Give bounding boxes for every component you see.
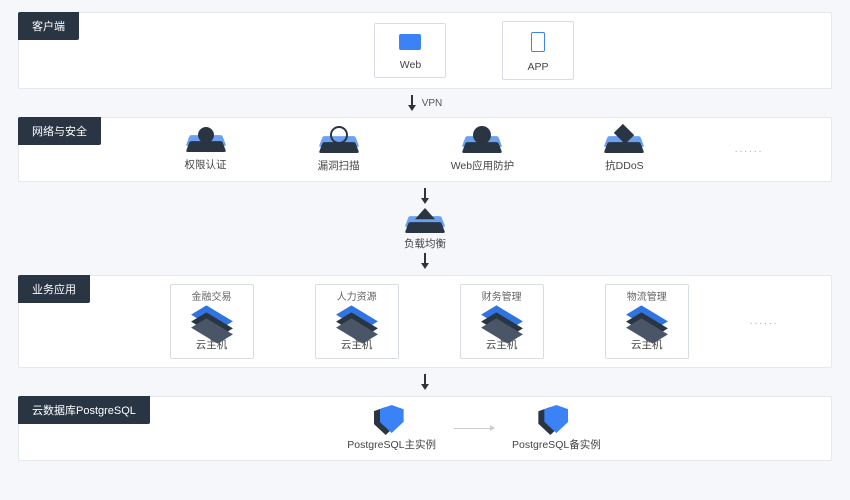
arrow-vpn: VPN (18, 95, 832, 111)
arrow-to-apps (18, 253, 832, 269)
key-icon (198, 127, 214, 143)
tier-label-security: 网络与安全 (18, 117, 101, 145)
client-web: Web (374, 23, 446, 78)
tier-label-client: 客户端 (18, 12, 79, 40)
client-app: APP (502, 21, 573, 80)
arrow-to-lb (18, 188, 832, 204)
app-fin-mgmt: 财务管理 云主机 (460, 284, 544, 359)
arrow-to-db (18, 374, 832, 390)
client-content: Web APP (19, 21, 819, 80)
target-icon (330, 126, 348, 144)
app-hr: 人力资源 云主机 (315, 284, 399, 359)
tier-apps: 业务应用 金融交易 云主机 人力资源 云主机 财务管理 (18, 275, 832, 368)
server-stack-icon (195, 303, 229, 331)
sec-waf: Web应用防护 (451, 126, 514, 173)
server-stack-icon (340, 303, 374, 331)
apps-more: ...... (750, 316, 779, 327)
tier-security: 网络与安全 权限认证 漏洞扫描 Web应用防护 (18, 117, 832, 182)
sec-scan: 漏洞扫描 (318, 126, 360, 173)
sec-auth: 权限认证 (185, 127, 227, 172)
tier-db: 云数据库PostgreSQL PostgreSQL主实例 PostgreSQL备… (18, 396, 832, 461)
tier-label-db: 云数据库PostgreSQL (18, 396, 150, 424)
app-logistics: 物流管理 云主机 (605, 284, 689, 359)
security-content: 权限认证 漏洞扫描 Web应用防护 抗DDoS ...... (19, 126, 819, 173)
phone-icon (531, 32, 545, 52)
server-stack-icon (630, 303, 664, 331)
apps-content: 金融交易 云主机 人力资源 云主机 财务管理 云主机 (19, 284, 819, 359)
sec-more: ...... (735, 144, 764, 155)
db-primary: PostgreSQL主实例 (347, 405, 436, 452)
app-finance: 金融交易 云主机 (170, 284, 254, 359)
server-stack-icon (485, 303, 519, 331)
tier-client: 客户端 Web APP (18, 12, 832, 89)
sec-ddos: 抗DDoS (605, 126, 644, 173)
monitor-icon (399, 34, 421, 50)
tier-label-apps: 业务应用 (18, 275, 90, 303)
load-balancer: 负载均衡 (18, 208, 832, 251)
replication-arrow-icon (454, 428, 494, 429)
db-standby: PostgreSQL备实例 (512, 405, 601, 452)
